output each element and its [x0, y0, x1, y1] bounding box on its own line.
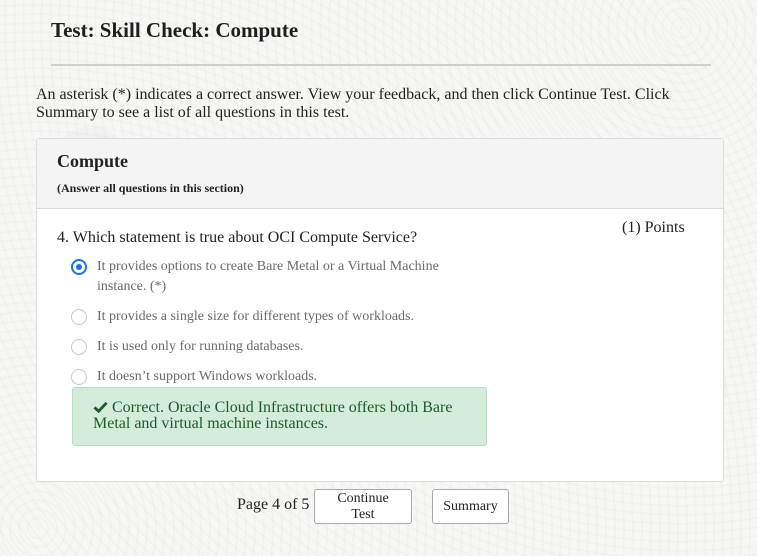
- radio-checked-icon[interactable]: [71, 259, 87, 275]
- answer-option-label: It is used only for running databases.: [97, 339, 304, 354]
- question-text: 4. Which statement is true about OCI Com…: [57, 229, 418, 246]
- section-title: Compute: [57, 151, 128, 171]
- answer-option-label: It provides a single size for different …: [97, 309, 414, 324]
- section-note: (Answer all questions in this section): [57, 181, 244, 195]
- radio-icon[interactable]: [71, 369, 87, 385]
- answer-option[interactable]: It is used only for running databases.: [71, 337, 471, 357]
- answer-option[interactable]: It provides a single size for different …: [71, 307, 471, 327]
- section-panel: Compute (Answer all questions in this se…: [36, 138, 724, 482]
- title-divider: [51, 64, 711, 66]
- feedback-box: Correct. Oracle Cloud Infrastructure off…: [72, 387, 487, 446]
- answer-option[interactable]: It doesn’t support Windows workloads.: [71, 367, 471, 387]
- answer-option-label: It doesn’t support Windows workloads.: [97, 369, 318, 384]
- summary-button[interactable]: Summary: [432, 489, 509, 524]
- section-header: Compute (Answer all questions in this se…: [37, 139, 723, 209]
- page-title: Test: Skill Check: Compute: [51, 18, 299, 42]
- radio-icon[interactable]: [71, 309, 87, 325]
- page-indicator: Page 4 of 5: [237, 496, 310, 513]
- radio-icon[interactable]: [71, 339, 87, 355]
- question-points: (1) Points: [622, 219, 685, 236]
- instructions-text: An asterisk (*) indicates a correct answ…: [36, 86, 670, 121]
- answer-option[interactable]: It provides options to create Bare Metal…: [71, 257, 471, 297]
- check-icon: [93, 401, 108, 413]
- answer-options: It provides options to create Bare Metal…: [71, 257, 471, 387]
- continue-test-button[interactable]: Continue Test: [314, 489, 412, 524]
- feedback-text: Correct. Oracle Cloud Infrastructure off…: [93, 399, 453, 432]
- answer-option-label: It provides options to create Bare Metal…: [97, 259, 439, 294]
